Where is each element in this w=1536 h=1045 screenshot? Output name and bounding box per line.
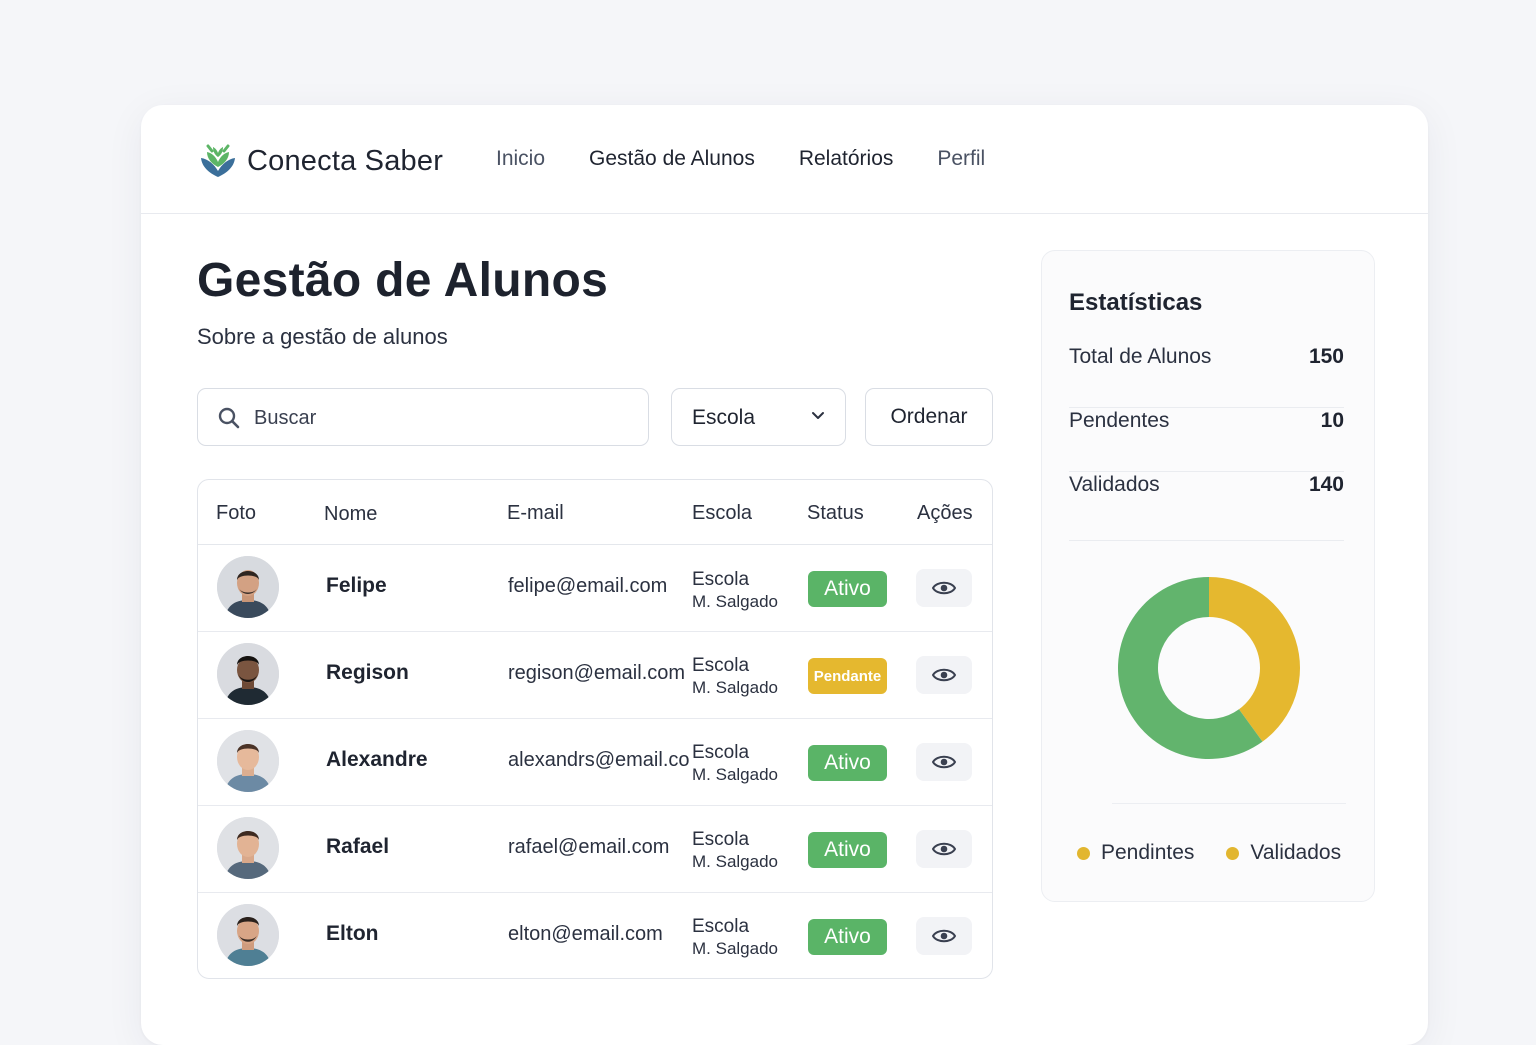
eye-icon bbox=[932, 581, 956, 595]
eye-icon bbox=[932, 668, 956, 682]
brand[interactable]: Conecta Saber bbox=[199, 141, 443, 181]
stat-row-validados: Validados 140 bbox=[1069, 473, 1344, 541]
school-line-2: M. Salgado bbox=[692, 939, 778, 958]
nav-item-inicio[interactable]: Inicio bbox=[496, 147, 545, 171]
brand-name: Conecta Saber bbox=[247, 144, 444, 177]
students-table: Foto Nome E-mail Escola Status Ações Fel… bbox=[197, 479, 993, 979]
student-name: Felipe bbox=[326, 574, 387, 597]
chevron-down-icon bbox=[812, 412, 824, 419]
table-row[interactable]: Alexandre alexandrs@email.co Escola M. S… bbox=[198, 718, 992, 806]
nav-item-gestao-alunos[interactable]: Gestão de Alunos bbox=[589, 147, 755, 171]
stat-value: 140 bbox=[1308, 473, 1344, 496]
status-badge: Pendante bbox=[808, 658, 887, 694]
avatar bbox=[217, 730, 279, 792]
school-line-1: Escola bbox=[692, 742, 750, 763]
search-icon bbox=[218, 407, 240, 429]
table-row[interactable]: Regison regison@email.com Escola M. Salg… bbox=[198, 631, 992, 719]
page-title: Gestão de Alunos bbox=[197, 254, 609, 307]
legend-item-validados: Validados bbox=[1226, 841, 1341, 865]
school-line-1: Escola bbox=[692, 916, 750, 937]
eye-icon bbox=[932, 842, 956, 856]
header-status: Status bbox=[807, 502, 864, 524]
school-line-2: M. Salgado bbox=[692, 765, 778, 784]
student-school: Escola M. Salgado bbox=[692, 742, 778, 786]
stat-label: Validados bbox=[1069, 473, 1160, 496]
table-header: Foto Nome E-mail Escola Status Ações bbox=[198, 480, 992, 545]
header-nome: Nome bbox=[324, 503, 378, 525]
view-button[interactable] bbox=[916, 830, 972, 868]
legend-label: Pendintes bbox=[1101, 841, 1195, 864]
table-row[interactable]: Elton elton@email.com Escola M. Salgado … bbox=[198, 892, 992, 978]
chart-legend: Pendintes Validados bbox=[1077, 841, 1373, 865]
stat-value: 150 bbox=[1308, 345, 1344, 368]
page-subtitle: Sobre a gestão de alunos bbox=[197, 324, 448, 349]
student-school: Escola M. Salgado bbox=[692, 569, 778, 613]
student-email: felipe@email.com bbox=[508, 575, 668, 597]
view-button[interactable] bbox=[916, 743, 972, 781]
statistics-title: Estatísticas bbox=[1069, 289, 1203, 316]
donut-segment-0 bbox=[1209, 577, 1300, 742]
view-button[interactable] bbox=[916, 917, 972, 955]
school-line-1: Escola bbox=[692, 655, 750, 676]
stat-row-pendentes: Pendentes 10 bbox=[1069, 409, 1344, 472]
stat-row-total: Total de Alunos 150 bbox=[1069, 345, 1344, 408]
status-badge: Ativo bbox=[808, 571, 887, 607]
nav-item-perfil[interactable]: Perfil bbox=[937, 147, 985, 171]
status-badge: Ativo bbox=[808, 745, 887, 781]
student-school: Escola M. Salgado bbox=[692, 655, 778, 699]
top-navigation-bar: Conecta Saber Inicio Gestão de Alunos Re… bbox=[141, 105, 1428, 214]
stat-label: Total de Alunos bbox=[1069, 345, 1212, 368]
header-escola: Escola bbox=[692, 502, 753, 524]
avatar bbox=[217, 817, 279, 879]
header-email: E-mail bbox=[507, 502, 564, 524]
student-email: rafael@email.com bbox=[508, 836, 670, 858]
avatar bbox=[217, 643, 279, 705]
donut-chart bbox=[1117, 576, 1301, 760]
student-name: Rafael bbox=[326, 835, 390, 858]
school-line-2: M. Salgado bbox=[692, 852, 778, 871]
school-select-label: Escola bbox=[692, 406, 756, 429]
status-badge: Ativo bbox=[808, 919, 887, 955]
main-nav: Inicio Gestão de Alunos Relatórios Perfi… bbox=[496, 147, 1029, 171]
table-row[interactable]: Felipe felipe@email.com Escola M. Salgad… bbox=[198, 544, 992, 632]
avatar bbox=[217, 556, 279, 618]
nav-item-relatorios[interactable]: Relatórios bbox=[799, 147, 894, 171]
student-email: elton@email.com bbox=[508, 923, 663, 945]
eye-icon bbox=[932, 929, 956, 943]
legend-dot bbox=[1077, 846, 1090, 860]
stat-label: Pendentes bbox=[1069, 409, 1170, 432]
student-school: Escola M. Salgado bbox=[692, 916, 778, 960]
student-name: Regison bbox=[326, 661, 409, 684]
student-email: alexandrs@email.co bbox=[508, 749, 690, 771]
main-card: Conecta Saber Inicio Gestão de Alunos Re… bbox=[141, 105, 1428, 1045]
avatar bbox=[217, 904, 279, 966]
legend-label: Validados bbox=[1250, 841, 1342, 864]
eye-icon bbox=[932, 755, 956, 769]
stat-value: 10 bbox=[1320, 409, 1344, 432]
header-acoes: Ações bbox=[917, 502, 973, 524]
school-select[interactable]: Escola bbox=[671, 388, 846, 446]
view-button[interactable] bbox=[916, 569, 972, 607]
school-line-1: Escola bbox=[692, 829, 750, 850]
status-badge: Ativo bbox=[808, 832, 887, 868]
student-name: Elton bbox=[326, 922, 379, 945]
donut-chart-svg bbox=[1118, 577, 1300, 759]
legend-item-pendintes: Pendintes bbox=[1077, 841, 1194, 865]
leaf-logo-icon bbox=[201, 144, 235, 177]
divider bbox=[1112, 803, 1346, 804]
search-input[interactable] bbox=[252, 401, 636, 435]
school-line-2: M. Salgado bbox=[692, 678, 778, 697]
statistics-panel: Estatísticas Total de Alunos 150 Pendent… bbox=[1041, 250, 1375, 902]
view-button[interactable] bbox=[916, 656, 972, 694]
student-school: Escola M. Salgado bbox=[692, 829, 778, 873]
header-foto: Foto bbox=[216, 502, 257, 524]
school-line-1: Escola bbox=[692, 569, 750, 590]
sort-button[interactable]: Ordenar bbox=[865, 388, 993, 446]
student-name: Alexandre bbox=[326, 748, 428, 771]
legend-dot bbox=[1226, 846, 1240, 860]
search-box[interactable] bbox=[197, 388, 649, 446]
student-email: regison@email.com bbox=[508, 662, 686, 684]
school-line-2: M. Salgado bbox=[692, 592, 778, 611]
table-row[interactable]: Rafael rafael@email.com Escola M. Salgad… bbox=[198, 805, 992, 893]
